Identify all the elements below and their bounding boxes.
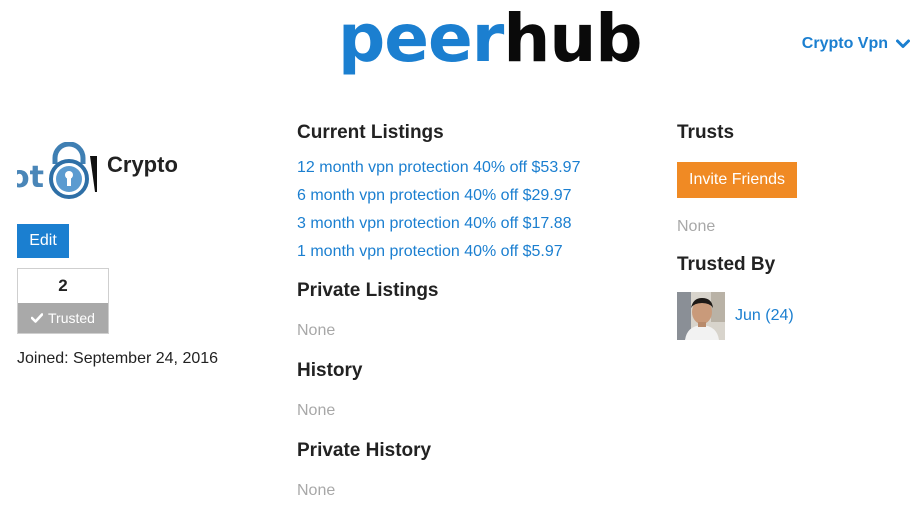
user-menu-label: Crypto Vpn <box>801 35 888 52</box>
person-photo-icon <box>677 292 725 340</box>
trusted-by-heading: Trusted By <box>677 254 776 275</box>
trusts-empty: None <box>677 218 716 235</box>
trust-count: 2 <box>58 276 68 295</box>
private-history-heading: Private History <box>297 440 432 461</box>
truster-name-link[interactable]: Jun (24) <box>735 307 794 325</box>
listings-panel: Current Listings 12 month vpn protection… <box>297 122 627 500</box>
profile-header: ot Crypto <box>17 142 267 200</box>
history-empty: None <box>297 402 336 419</box>
listing-link[interactable]: 1 month vpn protection 40% off $5.97 <box>297 238 627 266</box>
profile-name: Crypto <box>107 152 178 177</box>
chevron-down-icon <box>896 39 910 48</box>
edit-profile-button[interactable]: Edit <box>17 224 69 258</box>
logo-hub-text: hub <box>503 0 642 77</box>
invite-friends-button[interactable]: Invite Friends <box>677 162 798 198</box>
profile-panel: ot Crypto Edit 2 Trusted Joined: Septemb… <box>17 142 267 368</box>
listing-link[interactable]: 12 month vpn protection 40% off $53.97 <box>297 154 627 182</box>
peerhub-logo[interactable]: peerhub <box>338 6 643 72</box>
check-icon <box>31 313 44 323</box>
history-heading: History <box>297 360 363 381</box>
trusted-by-item[interactable]: Jun (24) <box>677 292 907 340</box>
trust-widget: 2 Trusted <box>17 268 109 334</box>
user-menu-dropdown[interactable]: Crypto Vpn <box>802 35 910 53</box>
svg-text:ot: ot <box>17 160 44 195</box>
logo-peer-text: peer <box>338 0 504 77</box>
private-history-empty: None <box>297 482 336 499</box>
listing-link[interactable]: 3 month vpn protection 40% off $17.88 <box>297 210 627 238</box>
padlock-logo-icon: ot <box>17 142 97 200</box>
trusts-panel: Trusts Invite Friends None Trusted By Ju… <box>677 122 907 340</box>
joined-date: Joined: September 24, 2016 <box>17 350 219 367</box>
profile-avatar: ot <box>17 142 97 200</box>
listing-link[interactable]: 6 month vpn protection 40% off $29.97 <box>297 182 627 210</box>
trusted-button[interactable]: Trusted <box>18 303 108 333</box>
truster-avatar[interactable] <box>677 292 725 340</box>
private-listings-heading: Private Listings <box>297 280 439 301</box>
private-listings-empty: None <box>297 322 336 339</box>
trusted-label: Trusted <box>48 310 95 326</box>
current-listings-heading: Current Listings <box>297 122 444 143</box>
trusts-heading: Trusts <box>677 122 735 143</box>
current-listings-list: 12 month vpn protection 40% off $53.97 6… <box>297 154 627 266</box>
